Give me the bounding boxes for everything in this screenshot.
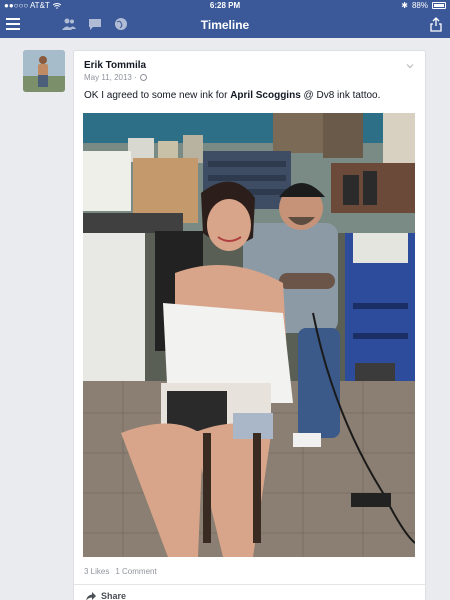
status-bar: ●●○○○ AT&T 6:28 PM ✱ 88% xyxy=(0,0,450,12)
likes-count[interactable]: 3 Likes xyxy=(84,567,109,576)
battery-percentage: 88% xyxy=(411,1,428,10)
divider xyxy=(74,584,427,585)
comments-count[interactable]: 1 Comment xyxy=(115,567,156,576)
tagged-person-link[interactable]: April Scoggins xyxy=(230,90,301,101)
battery-icon xyxy=(432,2,446,9)
privacy-globe-icon xyxy=(139,74,147,81)
share-arrow-icon xyxy=(86,591,96,600)
author-avatar[interactable] xyxy=(23,50,65,92)
post-text: OK I agreed to some new ink for April Sc… xyxy=(84,90,380,101)
share-button[interactable]: Share xyxy=(86,591,126,600)
system-indicators: ✱ 88% xyxy=(401,1,446,10)
post-author-name[interactable]: Erik Tommila xyxy=(84,60,146,71)
nav-bar: Timeline xyxy=(0,12,450,38)
clock: 6:28 PM xyxy=(209,1,241,10)
post-text-prefix: OK I agreed to some new ink for xyxy=(84,90,231,101)
bluetooth-icon: ✱ xyxy=(401,1,408,10)
share-label: Share xyxy=(101,591,127,600)
post-text-middle: @ xyxy=(300,90,317,101)
chevron-down-icon[interactable] xyxy=(406,62,414,70)
post-text-suffix: Dv8 ink tattoo. xyxy=(316,90,381,101)
share-icon[interactable] xyxy=(430,17,442,32)
post-date[interactable]: May 11, 2013 · xyxy=(84,73,137,82)
avatar-photo xyxy=(23,50,65,92)
engagement-counts: 3 Likes 1 Comment xyxy=(84,567,157,576)
tattoo-shop-photo xyxy=(83,113,415,557)
post-meta: May 11, 2013 · xyxy=(84,73,147,82)
post-photo[interactable] xyxy=(83,113,415,557)
post-card: Erik Tommila May 11, 2013 · OK I agreed … xyxy=(73,50,427,600)
page-title: Timeline xyxy=(200,18,250,32)
